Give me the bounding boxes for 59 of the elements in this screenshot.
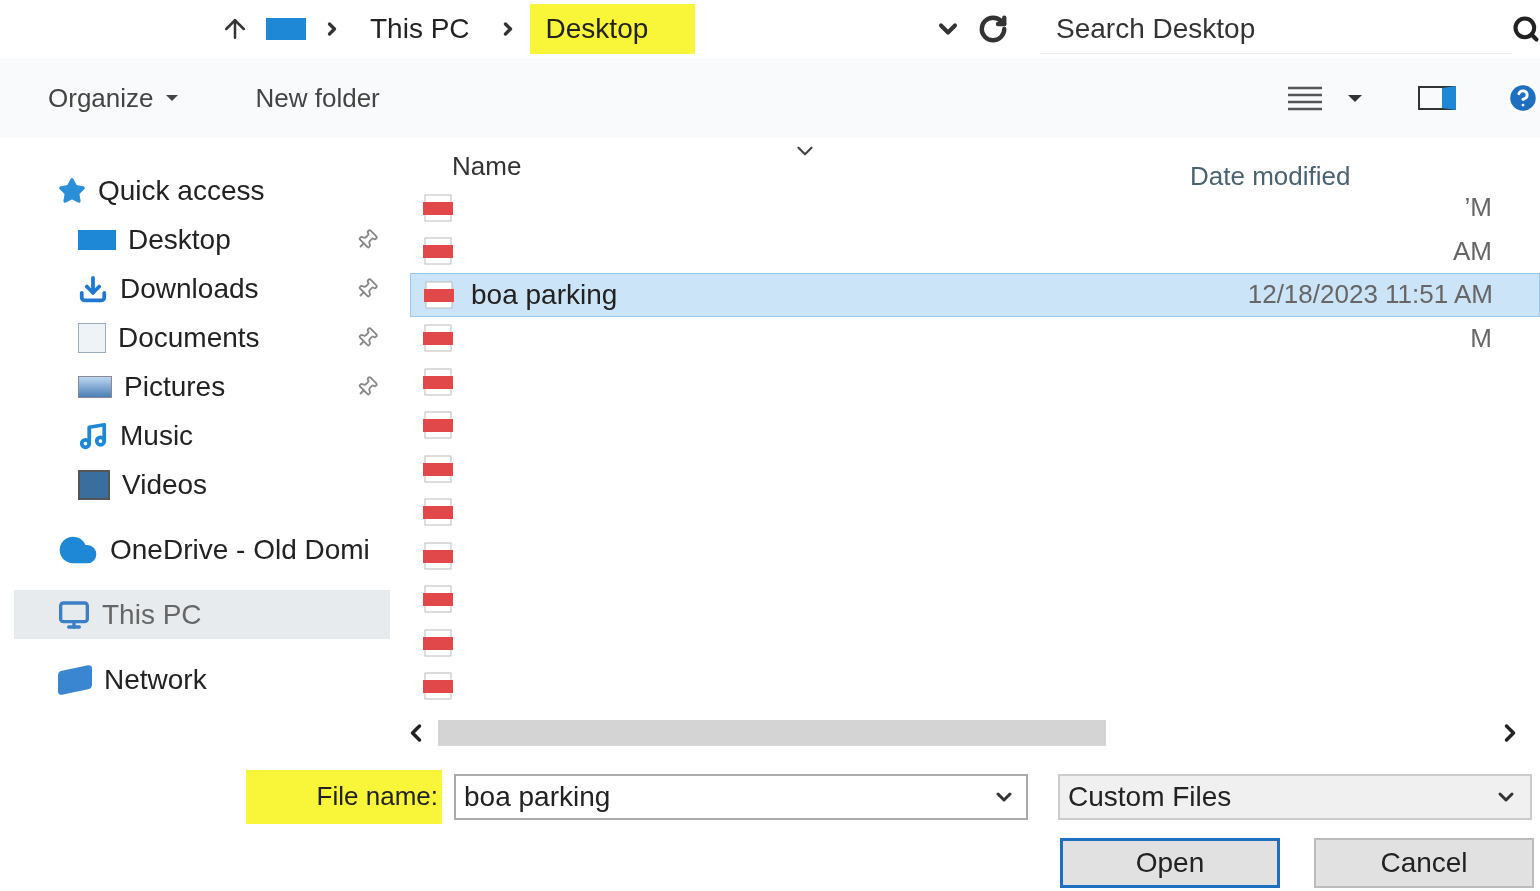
pdf-file-icon xyxy=(422,541,454,570)
document-icon xyxy=(78,322,106,353)
sidebar-item[interactable]: This PC xyxy=(14,590,390,639)
sidebar-item[interactable]: Desktop xyxy=(14,215,390,264)
sidebar-item[interactable]: OneDrive - Old Domi xyxy=(14,525,390,574)
pdf-file-icon xyxy=(423,280,455,309)
sidebar-item[interactable]: Network xyxy=(14,655,390,704)
column-header[interactable]: Name xyxy=(410,147,1190,186)
music-note-icon xyxy=(78,420,108,451)
pdf-file-icon xyxy=(422,454,454,483)
open-button[interactable]: Open xyxy=(1060,838,1280,888)
file-name-label: File name: xyxy=(246,769,442,824)
search-icon[interactable] xyxy=(1512,15,1540,43)
star-icon xyxy=(58,176,86,205)
sidebar-item[interactable]: Documents xyxy=(14,313,390,362)
date-modified: M xyxy=(1470,322,1492,353)
organize-button[interactable]: Organize xyxy=(48,78,178,118)
pdf-file-icon xyxy=(422,237,454,266)
film-icon xyxy=(78,469,110,500)
pdf-file-icon xyxy=(422,672,454,701)
pdf-file-icon xyxy=(422,367,454,396)
desktop-icon xyxy=(78,229,116,250)
folder-icon xyxy=(266,18,306,40)
file-name-field[interactable]: boa parking xyxy=(454,773,1028,820)
sidebar-item[interactable]: Music xyxy=(14,411,390,460)
pdf-file-icon xyxy=(422,498,454,527)
pdf-file-icon xyxy=(422,411,454,440)
caret-icon[interactable] xyxy=(1348,94,1362,102)
caret-icon xyxy=(165,95,178,101)
refresh-icon[interactable] xyxy=(978,14,1008,44)
file-type-dropdown[interactable]: Custom Files xyxy=(1058,773,1532,820)
file-row[interactable]: AM xyxy=(410,229,1540,273)
network-icon xyxy=(58,663,92,696)
scrollbar-thumb[interactable] xyxy=(438,720,1106,746)
search-field[interactable]: Search Desktop xyxy=(1040,4,1512,54)
sidebar-item[interactable]: Quick access xyxy=(14,166,390,215)
new-folder-button[interactable]: New folder xyxy=(255,78,380,118)
pdf-file-icon xyxy=(422,628,454,657)
pdf-file-icon xyxy=(422,193,454,222)
date-modified: AM xyxy=(1453,235,1492,266)
sidebar-item[interactable]: Downloads xyxy=(14,264,390,313)
breadcrumb[interactable]: This PC xyxy=(354,4,486,54)
sidebar-item[interactable]: Pictures xyxy=(14,362,390,411)
picture-icon xyxy=(78,375,112,398)
download-icon xyxy=(78,273,108,304)
date-modified: ’M xyxy=(1464,192,1492,223)
breadcrumb[interactable]: Desktop xyxy=(529,4,695,54)
sidebar-item[interactable]: Videos xyxy=(14,460,390,509)
pdf-file-icon xyxy=(422,585,454,614)
cancel-button[interactable]: Cancel xyxy=(1314,838,1534,888)
help-icon[interactable] xyxy=(1506,81,1540,115)
pdf-file-icon xyxy=(422,324,454,353)
details-view-icon[interactable] xyxy=(1286,84,1324,112)
file-row[interactable]: boa parking 12/18/2023 11:51 AM xyxy=(410,273,1540,317)
preview-pane-icon[interactable] xyxy=(1418,86,1456,110)
file-row[interactable]: M xyxy=(410,316,1540,360)
file-name: boa parking xyxy=(471,278,618,310)
computer-icon xyxy=(58,598,90,631)
date-modified: 12/18/2023 11:51 AM xyxy=(1247,279,1493,310)
